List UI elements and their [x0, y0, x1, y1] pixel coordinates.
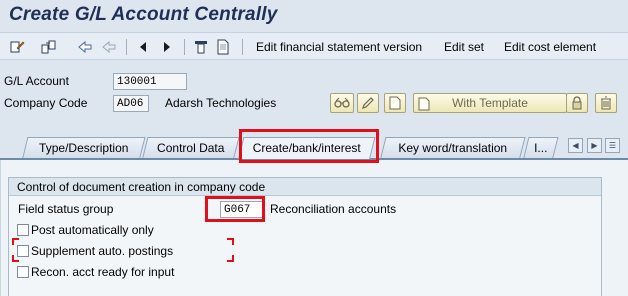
print-icon[interactable] [192, 38, 210, 55]
toolbar-separator [126, 39, 127, 55]
company-code-field[interactable]: AD06 [113, 95, 149, 112]
tab-list-icon[interactable]: ☰ [605, 138, 620, 153]
tab-label: Control Data [157, 141, 225, 155]
tab-type-description[interactable]: Type/Description [22, 137, 146, 159]
control-group-box: Control of document creation in company … [8, 177, 602, 296]
other-account-icon[interactable] [40, 38, 58, 55]
recon-acct-checkbox[interactable] [17, 266, 29, 278]
tab-label: Type/Description [39, 141, 129, 155]
recon-acct-label: Recon. acct ready for input [31, 265, 175, 279]
tab-control-data[interactable]: Control Data [142, 137, 240, 159]
gl-account-field[interactable]: 130001 [113, 73, 187, 90]
application-toolbar: Edit financial statement version Edit se… [0, 32, 628, 60]
post-auto-label: Post automatically only [31, 223, 154, 237]
trash-icon[interactable] [595, 93, 617, 113]
next-icon[interactable] [100, 38, 118, 55]
edit-set-button[interactable]: Edit set [444, 40, 484, 54]
edit-cost-element-button[interactable]: Edit cost element [504, 40, 596, 54]
tab-highlight-box [239, 129, 379, 163]
field-status-description: Reconciliation accounts [270, 202, 397, 216]
page-title: Create G/L Account Centrally [9, 4, 278, 25]
focus-corner-mark [227, 238, 234, 245]
supplement-auto-label: Supplement auto. postings [31, 244, 174, 258]
group-header: Control of document creation in company … [9, 178, 601, 196]
glasses-icon[interactable] [330, 93, 354, 113]
tab-label: I... [534, 141, 548, 155]
display-change-icon[interactable] [8, 38, 26, 55]
toolbar-separator [184, 39, 185, 55]
focus-corner-mark [12, 255, 19, 262]
template-icon [418, 97, 430, 111]
document-icon[interactable] [214, 38, 232, 55]
tab-scroll-left-icon[interactable]: ◀ [568, 138, 583, 153]
header-area: G/L Account 130001 Company Code AD06 Ada… [0, 60, 628, 130]
field-status-highlight-box [205, 196, 265, 222]
company-code-label: Company Code [4, 96, 88, 110]
tab-information[interactable]: I... [523, 137, 559, 159]
next-arrow-icon[interactable] [158, 38, 176, 55]
company-name: Adarsh Technologies [165, 96, 277, 110]
tab-keyword-translation[interactable]: Key word/translation [380, 137, 526, 159]
tab-label: Key word/translation [398, 141, 508, 155]
new-document-icon[interactable] [384, 93, 406, 113]
post-auto-checkbox[interactable] [17, 224, 29, 236]
focus-corner-mark [12, 238, 19, 245]
group-title: Control of document creation in company … [17, 180, 266, 194]
tab-scroll-right-icon[interactable]: ▶ [587, 138, 602, 153]
lock-icon[interactable] [566, 93, 588, 113]
prev-arrow-icon[interactable] [134, 38, 152, 55]
edit-fs-version-button[interactable]: Edit financial statement version [256, 40, 422, 54]
with-template-button[interactable]: With Template [413, 93, 567, 113]
toolbar-separator [242, 39, 243, 55]
field-status-label: Field status group [18, 202, 114, 216]
gl-account-label: G/L Account [4, 74, 69, 88]
pencil-icon[interactable] [357, 93, 379, 113]
focus-corner-mark [227, 255, 234, 262]
previous-icon[interactable] [76, 38, 94, 55]
with-template-label: With Template [452, 96, 528, 110]
title-bar: Create G/L Account Centrally [0, 0, 628, 32]
